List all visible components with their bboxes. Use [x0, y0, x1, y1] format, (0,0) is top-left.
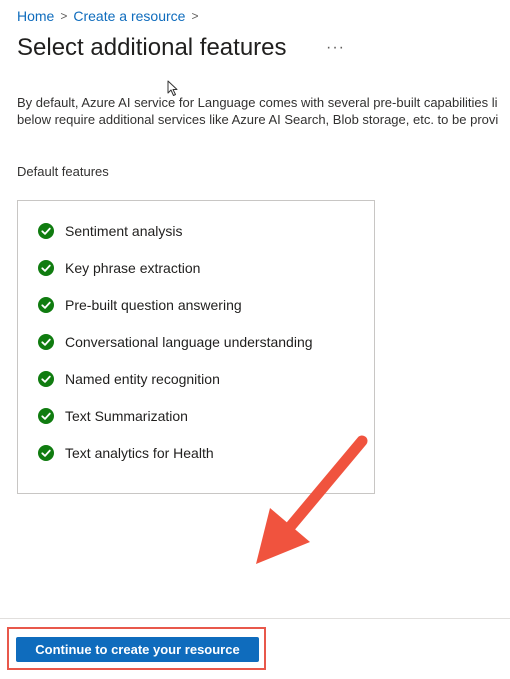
feature-item-conversational-language: Conversational language understanding [38, 334, 313, 350]
description-line: By default, Azure AI service for Languag… [17, 95, 498, 110]
feature-label: Key phrase extraction [65, 260, 201, 276]
feature-label: Pre-built question answering [65, 297, 242, 313]
breadcrumb-create-resource-link[interactable]: Create a resource [73, 8, 185, 24]
chevron-right-icon: > [60, 9, 68, 23]
breadcrumb-home-link[interactable]: Home [17, 8, 54, 24]
feature-item-named-entity-recognition: Named entity recognition [38, 371, 220, 387]
default-features-label: Default features [17, 164, 109, 179]
chevron-right-icon: > [191, 9, 199, 23]
feature-item-text-analytics-health: Text analytics for Health [38, 445, 214, 461]
feature-item-question-answering: Pre-built question answering [38, 297, 242, 313]
check-circle-icon [38, 223, 54, 239]
feature-item-text-summarization: Text Summarization [38, 408, 188, 424]
feature-item-sentiment-analysis: Sentiment analysis [38, 223, 183, 239]
more-options-button[interactable]: ··· [326, 39, 345, 57]
check-circle-icon [38, 260, 54, 276]
footer-divider [0, 618, 510, 619]
feature-label: Named entity recognition [65, 371, 220, 387]
default-features-box: Sentiment analysis Key phrase extraction… [17, 200, 375, 494]
check-circle-icon [38, 371, 54, 387]
feature-item-key-phrase-extraction: Key phrase extraction [38, 260, 200, 276]
description-line: below require additional services like A… [17, 112, 499, 127]
feature-label: Conversational language understanding [65, 334, 313, 350]
feature-label: Text Summarization [65, 408, 188, 424]
check-circle-icon [38, 408, 54, 424]
feature-label: Sentiment analysis [65, 223, 183, 239]
page-description: By default, Azure AI service for Languag… [17, 94, 510, 128]
page-title: Select additional features [17, 34, 287, 61]
breadcrumb: Home > Create a resource > [17, 8, 198, 24]
check-circle-icon [38, 445, 54, 461]
check-circle-icon [38, 334, 54, 350]
feature-label: Text analytics for Health [65, 445, 214, 461]
continue-button[interactable]: Continue to create your resource [16, 637, 259, 662]
check-circle-icon [38, 297, 54, 313]
